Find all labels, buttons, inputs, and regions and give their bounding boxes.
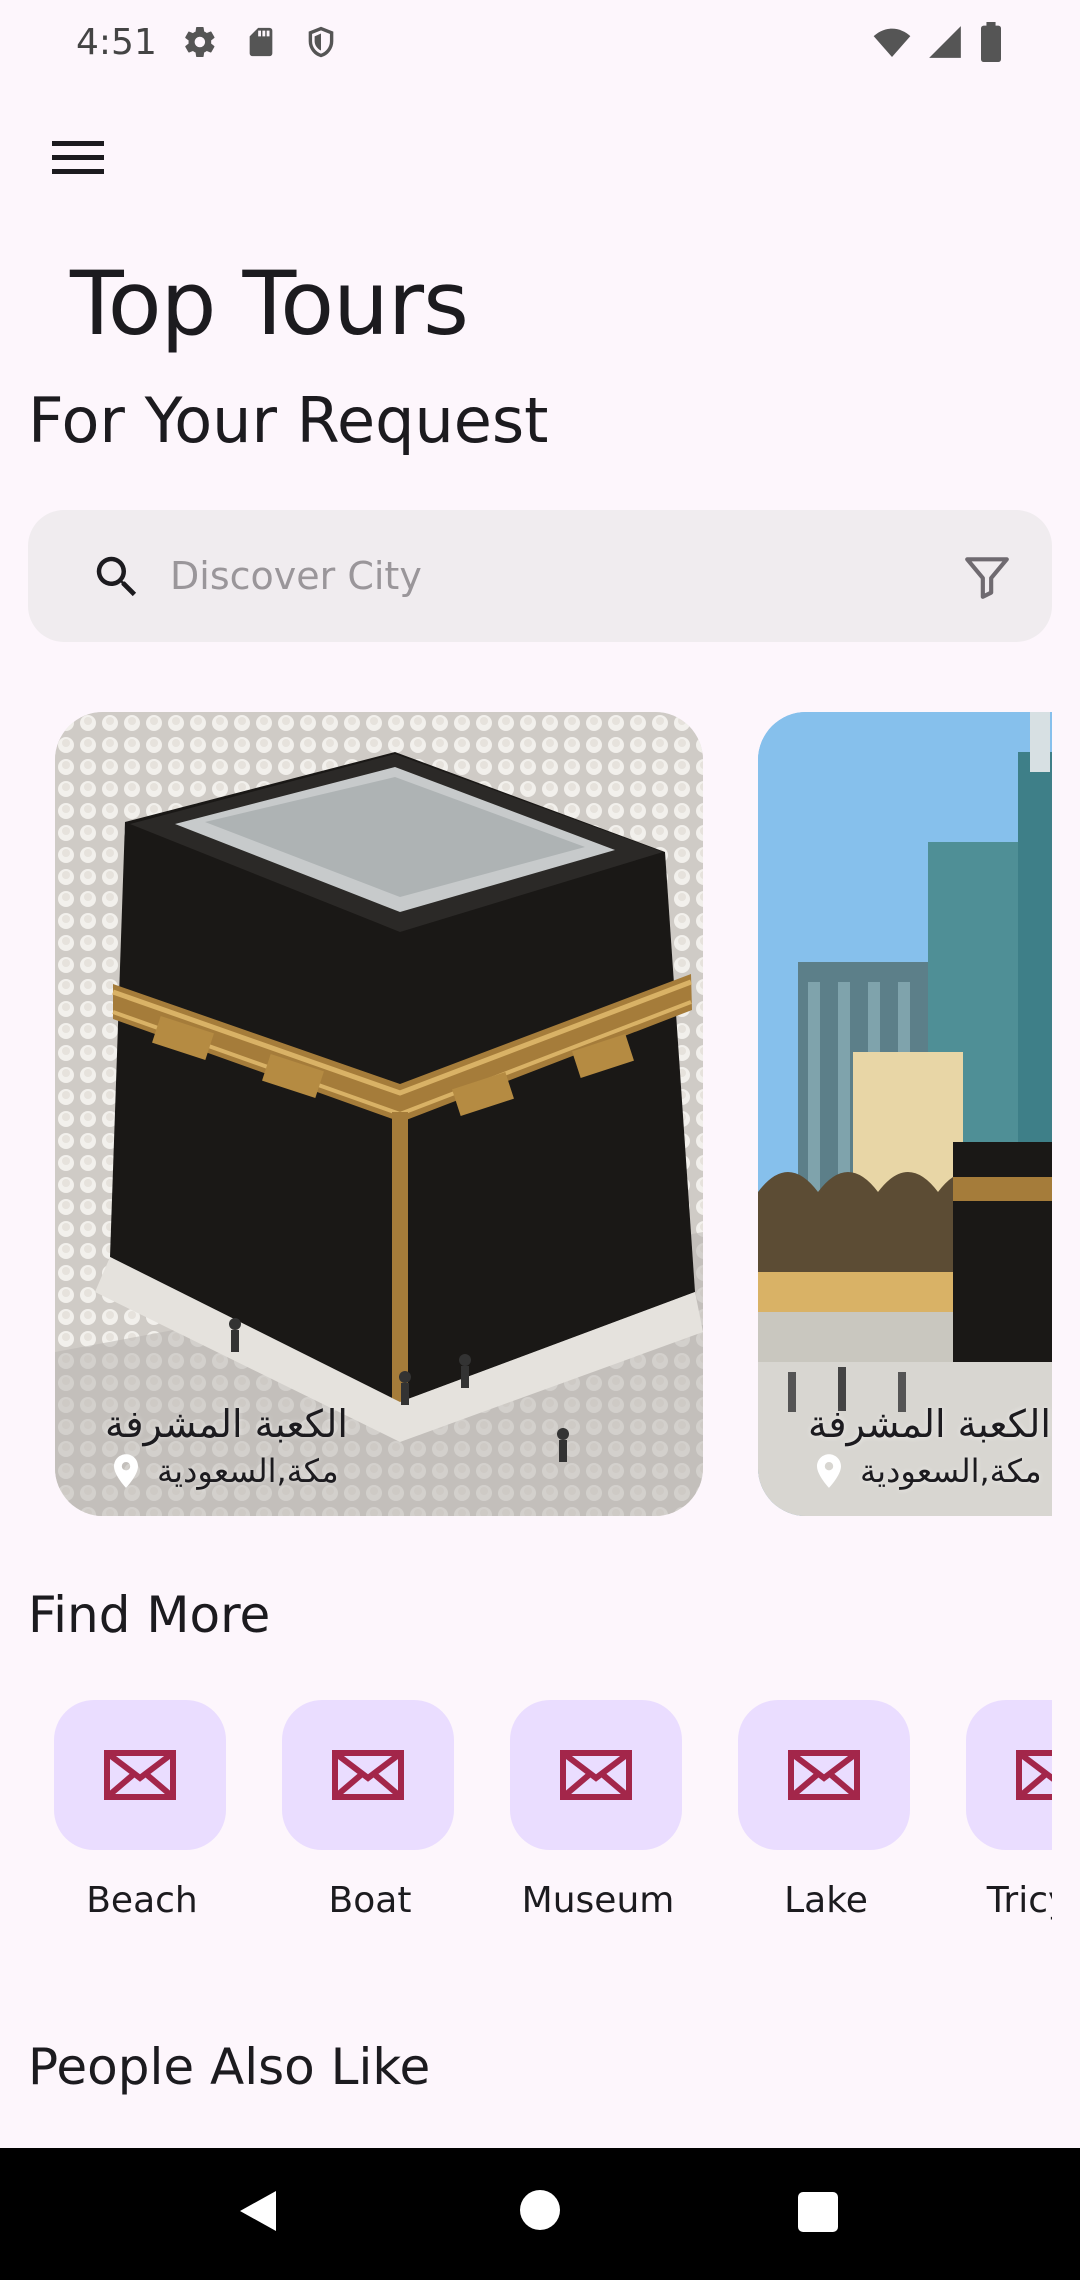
find-more-title: Find More	[28, 1586, 271, 1644]
broken-image-icon	[104, 1750, 176, 1800]
tour-name: الكعبة المشرفة	[105, 1402, 348, 1446]
category-boat[interactable]: Boat	[282, 1700, 458, 1921]
page-subtitle: For Your Request	[28, 384, 549, 457]
broken-image-icon	[788, 1750, 860, 1800]
back-icon[interactable]	[236, 2188, 280, 2234]
tour-photo	[55, 712, 703, 1516]
category-tile[interactable]	[282, 1700, 454, 1850]
menu-button[interactable]	[40, 120, 116, 196]
settings-icon	[185, 26, 215, 58]
categories-row[interactable]: Beach Boat Museum Lake Tricycle	[0, 1700, 1052, 1940]
category-tile[interactable]	[510, 1700, 682, 1850]
search-icon[interactable]	[90, 550, 144, 604]
category-label: Tricycle	[986, 1880, 1052, 1921]
search-input[interactable]	[170, 540, 930, 612]
status-left-icons	[182, 24, 338, 60]
tour-location: مكة,السعودية	[157, 1452, 339, 1490]
category-label: Boat	[328, 1880, 412, 1921]
home-icon[interactable]	[520, 2190, 560, 2230]
tour-photo	[758, 712, 1052, 1516]
signal-icon	[929, 26, 961, 58]
wifi-icon	[873, 28, 911, 57]
filter-icon[interactable]	[962, 552, 1012, 602]
category-tile[interactable]	[966, 1700, 1052, 1850]
location-pin-icon	[114, 1454, 138, 1488]
category-label: Museum	[521, 1880, 675, 1921]
sd-card-icon	[249, 27, 273, 57]
page-title: Top Tours	[70, 252, 469, 355]
screen: 4:51 Top Tours For Your Request Discover…	[0, 0, 1080, 2280]
battery-icon	[981, 22, 1001, 62]
tour-card[interactable]: الكعبة المشرفة مكة,السعودية	[55, 712, 703, 1516]
category-label: Lake	[784, 1880, 868, 1921]
status-time: 4:51	[76, 22, 157, 63]
category-beach[interactable]: Beach	[54, 1700, 230, 1921]
tour-location-row: مكة,السعودية	[111, 1452, 339, 1490]
tour-location-row: مكة,السعودية	[814, 1452, 1042, 1490]
category-label: Beach	[86, 1880, 198, 1921]
tour-name: الكعبة المشرفة	[808, 1402, 1051, 1446]
location-pin-icon	[817, 1454, 841, 1488]
recents-icon[interactable]	[798, 2192, 838, 2232]
status-bar: 4:51	[0, 0, 1080, 92]
category-museum[interactable]: Museum	[510, 1700, 686, 1921]
menu-icon	[52, 141, 104, 174]
broken-image-icon	[332, 1750, 404, 1800]
people-also-like-title: People Also Like	[28, 2038, 431, 2096]
category-tile[interactable]	[738, 1700, 910, 1850]
tour-location: مكة,السعودية	[860, 1452, 1042, 1490]
status-right-icons	[872, 22, 1004, 62]
category-tile[interactable]	[54, 1700, 226, 1850]
category-lake[interactable]: Lake	[738, 1700, 914, 1921]
search-bar	[28, 510, 1052, 642]
tours-carousel[interactable]: الكعبة المشرفة مكة,السعودية الكعبة المشر…	[0, 712, 1052, 1518]
broken-image-icon	[1016, 1750, 1052, 1800]
tour-card[interactable]: الكعبة المشرفة مكة,السعودية	[758, 712, 1052, 1516]
broken-image-icon	[560, 1750, 632, 1800]
category-tricycle[interactable]: Tricycle	[966, 1700, 1052, 1921]
shield-icon	[308, 26, 334, 58]
navigation-bar	[0, 2148, 1080, 2280]
